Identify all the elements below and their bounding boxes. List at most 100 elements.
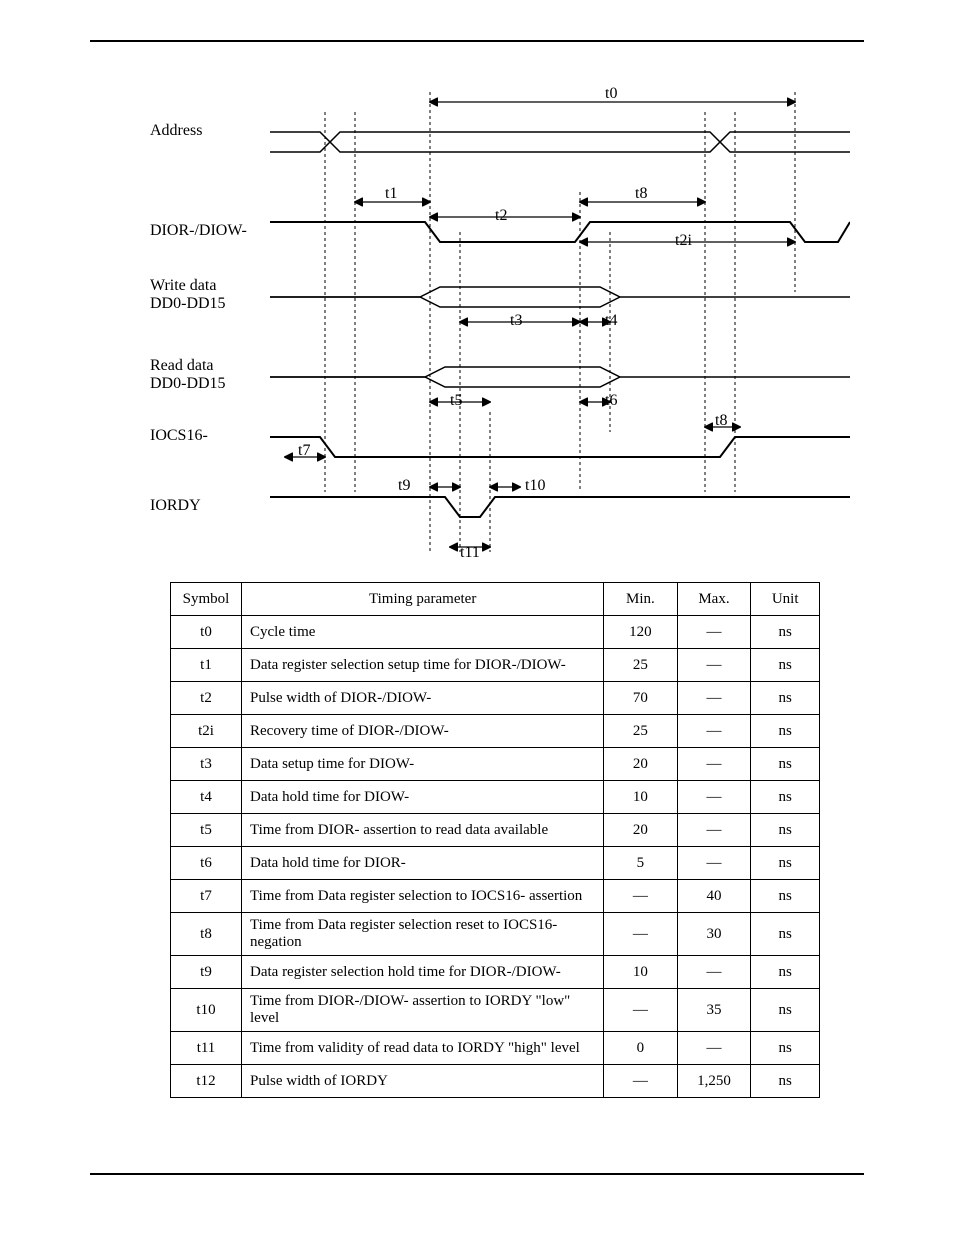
cell-symbol: t0 <box>171 616 242 649</box>
cell-max: — <box>677 649 751 682</box>
cell-param: Time from validity of read data to IORDY… <box>242 1032 604 1065</box>
dim-t5: t5 <box>450 392 462 410</box>
table-row: t1Data register selection setup time for… <box>171 649 820 682</box>
signal-label-read-data: Read data DD0-DD15 <box>150 357 226 393</box>
cell-min: 20 <box>604 748 677 781</box>
cell-unit: ns <box>751 814 820 847</box>
cell-symbol: t3 <box>171 748 242 781</box>
cell-min: 5 <box>604 847 677 880</box>
cell-symbol: t9 <box>171 956 242 989</box>
table-row: t10Time from DIOR-/DIOW- assertion to IO… <box>171 989 820 1032</box>
cell-max: 40 <box>677 880 751 913</box>
cell-symbol: t4 <box>171 781 242 814</box>
cell-max: — <box>677 682 751 715</box>
cell-param: Data register selection hold time for DI… <box>242 956 604 989</box>
header-min: Min. <box>604 583 677 616</box>
cell-min: 25 <box>604 649 677 682</box>
table-row: t9Data register selection hold time for … <box>171 956 820 989</box>
timing-diagram: Address DIOR-/DIOW- Write data DD0-DD15 … <box>150 82 850 562</box>
dim-t1: t1 <box>385 185 397 203</box>
dim-t7: t7 <box>298 442 310 460</box>
header-unit: Unit <box>751 583 820 616</box>
cell-min: 20 <box>604 814 677 847</box>
table-row: t6Data hold time for DIOR-5—ns <box>171 847 820 880</box>
cell-min: 70 <box>604 682 677 715</box>
cell-max: — <box>677 715 751 748</box>
table-row: t7Time from Data register selection to I… <box>171 880 820 913</box>
cell-unit: ns <box>751 913 820 956</box>
signal-label-address: Address <box>150 122 202 140</box>
cell-min: 0 <box>604 1032 677 1065</box>
dim-t2: t2 <box>495 207 507 225</box>
table-row: t0Cycle time120—ns <box>171 616 820 649</box>
table-row: t4Data hold time for DIOW-10—ns <box>171 781 820 814</box>
cell-symbol: t1 <box>171 649 242 682</box>
cell-symbol: t5 <box>171 814 242 847</box>
table-row: t8Time from Data register selection rese… <box>171 913 820 956</box>
cell-param: Data hold time for DIOW- <box>242 781 604 814</box>
dim-t4: t4 <box>605 312 617 330</box>
signal-label-iocs16: IOCS16- <box>150 427 208 445</box>
dim-t10: t9 <box>398 477 410 495</box>
cell-max: 1,250 <box>677 1065 751 1098</box>
timing-table: Symbol Timing parameter Min. Max. Unit t… <box>170 582 820 1098</box>
cell-max: — <box>677 1032 751 1065</box>
header-param: Timing parameter <box>242 583 604 616</box>
cell-min: — <box>604 989 677 1032</box>
timing-table-wrap: Symbol Timing parameter Min. Max. Unit t… <box>170 582 864 1098</box>
cell-param: Pulse width of IORDY <box>242 1065 604 1098</box>
table-row: t2iRecovery time of DIOR-/DIOW-25—ns <box>171 715 820 748</box>
cell-symbol: t12 <box>171 1065 242 1098</box>
signal-label-write-data: Write data DD0-DD15 <box>150 277 226 313</box>
header-max: Max. <box>677 583 751 616</box>
cell-param: Data register selection setup time for D… <box>242 649 604 682</box>
cell-max: — <box>677 781 751 814</box>
cell-unit: ns <box>751 682 820 715</box>
cell-unit: ns <box>751 880 820 913</box>
table-row: t5Time from DIOR- assertion to read data… <box>171 814 820 847</box>
cell-unit: ns <box>751 649 820 682</box>
rule-top <box>90 40 864 42</box>
cell-unit: ns <box>751 1032 820 1065</box>
cell-max: 35 <box>677 989 751 1032</box>
cell-max: — <box>677 748 751 781</box>
cell-param: Time from DIOR- assertion to read data a… <box>242 814 604 847</box>
cell-param: Time from Data register selection to IOC… <box>242 880 604 913</box>
cell-min: — <box>604 880 677 913</box>
cell-unit: ns <box>751 715 820 748</box>
table-row: t12Pulse width of IORDY—1,250ns <box>171 1065 820 1098</box>
cell-max: — <box>677 847 751 880</box>
dim-t8: t8 <box>715 412 727 430</box>
cell-unit: ns <box>751 847 820 880</box>
cell-max: — <box>677 814 751 847</box>
cell-symbol: t2i <box>171 715 242 748</box>
cell-symbol: t10 <box>171 989 242 1032</box>
cell-min: 10 <box>604 781 677 814</box>
cell-param: Data hold time for DIOR- <box>242 847 604 880</box>
signal-label-iordy: IORDY <box>150 497 201 515</box>
timing-diagram-svg <box>150 82 850 562</box>
dim-t11: t10 <box>525 477 545 495</box>
dim-t2i: t2i <box>675 232 692 250</box>
cell-min: — <box>604 913 677 956</box>
cell-unit: ns <box>751 748 820 781</box>
cell-param: Time from DIOR-/DIOW- assertion to IORDY… <box>242 989 604 1032</box>
cell-symbol: t8 <box>171 913 242 956</box>
cell-max: 30 <box>677 913 751 956</box>
header-symbol: Symbol <box>171 583 242 616</box>
cell-max: — <box>677 616 751 649</box>
cell-min: 25 <box>604 715 677 748</box>
dim-t0: t0 <box>605 85 617 103</box>
cell-symbol: t7 <box>171 880 242 913</box>
cell-min: 10 <box>604 956 677 989</box>
cell-unit: ns <box>751 616 820 649</box>
dim-t3: t3 <box>510 312 522 330</box>
dim-t12: t11 <box>460 544 480 562</box>
cell-symbol: t6 <box>171 847 242 880</box>
cell-param: Data setup time for DIOW- <box>242 748 604 781</box>
cell-min: — <box>604 1065 677 1098</box>
signal-label-dior-diow: DIOR-/DIOW- <box>150 222 247 240</box>
cell-min: 120 <box>604 616 677 649</box>
rule-bottom <box>90 1173 864 1175</box>
dim-t9: t8 <box>635 185 647 203</box>
